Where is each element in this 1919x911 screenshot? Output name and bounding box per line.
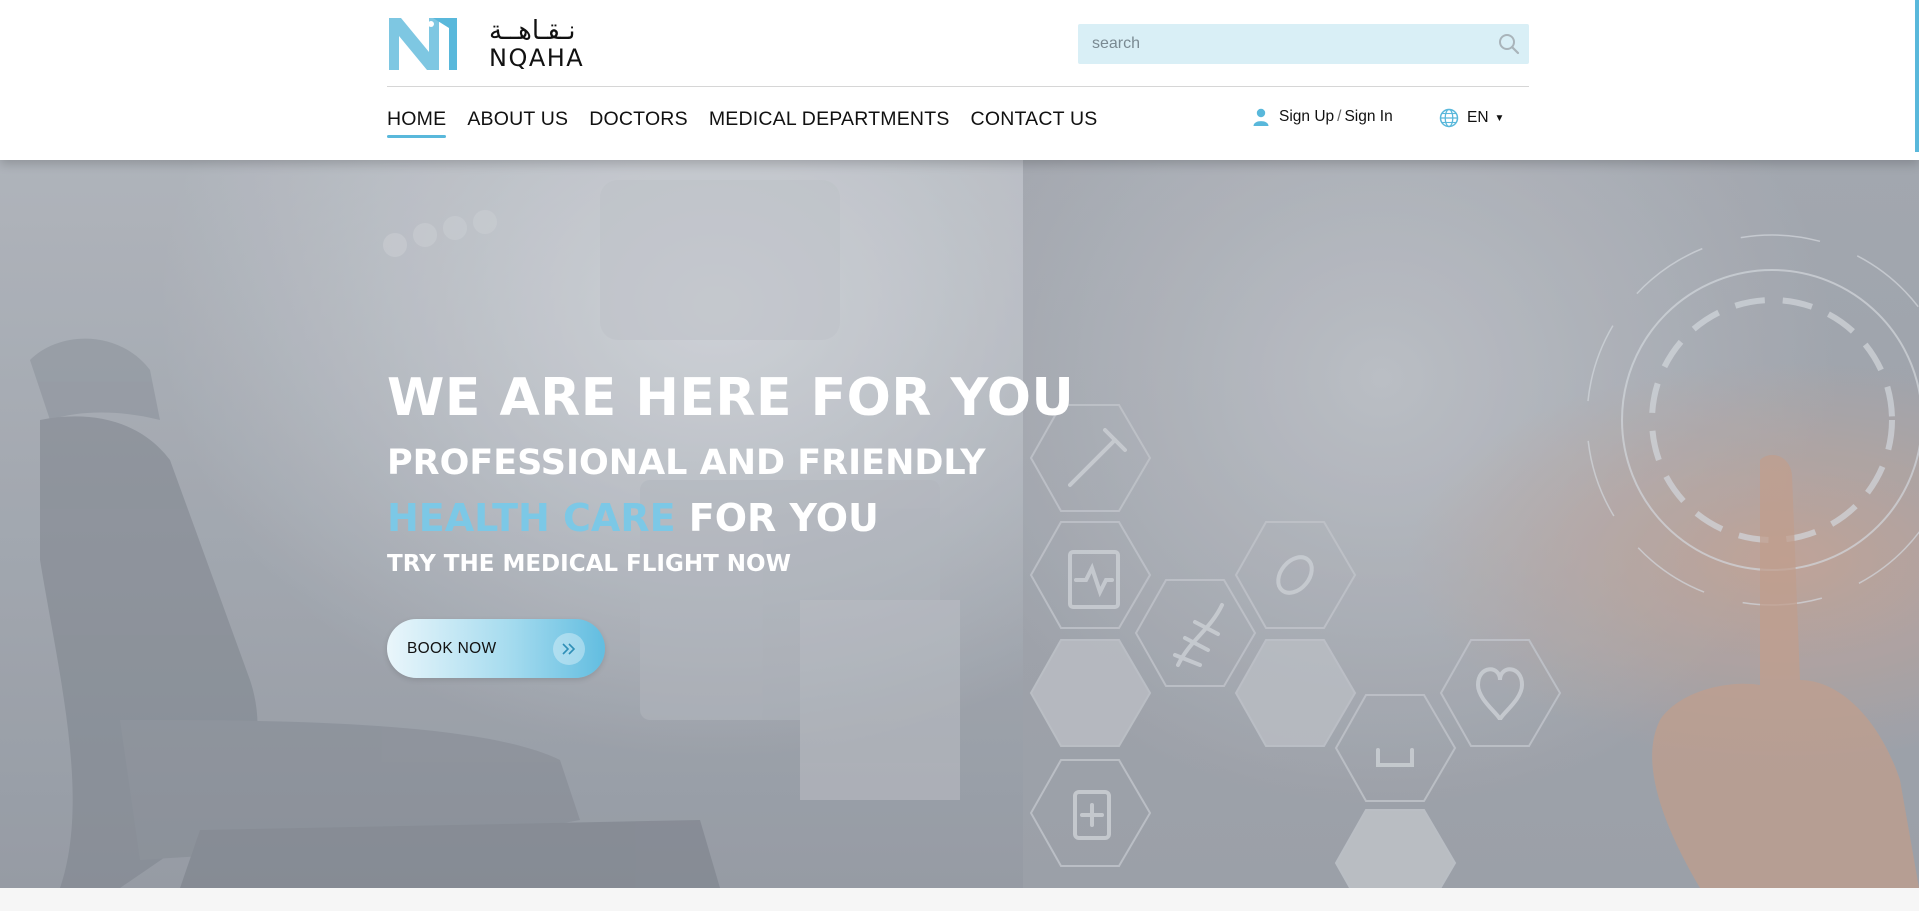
logo-wordmark: نـقـاهــة NQAHA <box>489 18 584 70</box>
hero-tagline: HEALTH CARE FOR YOU <box>387 499 1074 537</box>
logo-mark-icon <box>389 16 457 70</box>
nav-item-about-us[interactable]: ABOUT US <box>467 108 568 138</box>
account-links: Sign Up / Sign In <box>1253 108 1393 126</box>
logo-english-text: NQAHA <box>489 44 585 72</box>
sign-up-link[interactable]: Sign Up <box>1279 108 1334 125</box>
caret-down-icon: ▼ <box>1494 112 1505 124</box>
language-selector[interactable]: EN ▼ <box>1439 108 1504 128</box>
scroll-indicator <box>1915 0 1919 152</box>
language-value: EN <box>1467 109 1489 126</box>
nav-item-doctors[interactable]: DOCTORS <box>589 108 688 138</box>
double-chevron-right-icon <box>553 633 585 665</box>
nav-item-home[interactable]: HOME <box>387 108 447 138</box>
search-bar <box>1078 24 1529 64</box>
header-container: نـقـاهــة NQAHA HOME ABOUT US DOCTORS ME… <box>387 0 1529 160</box>
hero-headline: WE ARE HERE FOR YOU <box>387 368 1075 428</box>
user-icon <box>1253 108 1269 126</box>
header-divider <box>387 86 1529 87</box>
site-header: نـقـاهــة NQAHA HOME ABOUT US DOCTORS ME… <box>0 0 1919 160</box>
hero-tagline-rest: FOR YOU <box>688 496 879 540</box>
sign-in-link[interactable]: Sign In <box>1344 108 1392 125</box>
hero-subheadline: PROFESSIONAL AND FRIENDLY <box>387 443 986 483</box>
hero-tagline-accent: HEALTH CARE <box>387 496 676 540</box>
brand-logo[interactable]: نـقـاهــة NQAHA <box>387 16 617 72</box>
hero-call-text: TRY THE MEDICAL FLIGHT NOW <box>387 551 791 577</box>
search-icon[interactable] <box>1489 24 1529 64</box>
hero-banner: WE ARE HERE FOR YOU PROFESSIONAL AND FRI… <box>0 160 1919 888</box>
nav-item-medical-departments[interactable]: MEDICAL DEPARTMENTS <box>709 108 950 138</box>
hero-copy: WE ARE HERE FOR YOU PROFESSIONAL AND FRI… <box>387 372 1074 576</box>
logo-arabic-text: نـقـاهــة <box>489 16 576 46</box>
book-now-label: BOOK NOW <box>407 639 497 657</box>
next-section-edge <box>0 888 1919 911</box>
search-input[interactable] <box>1078 24 1489 64</box>
nav-item-contact-us[interactable]: CONTACT US <box>971 108 1098 138</box>
book-now-button[interactable]: BOOK NOW <box>387 619 605 678</box>
globe-icon <box>1439 108 1459 128</box>
account-separator: / <box>1337 108 1342 125</box>
main-nav: HOME ABOUT US DOCTORS MEDICAL DEPARTMENT… <box>387 108 1098 138</box>
